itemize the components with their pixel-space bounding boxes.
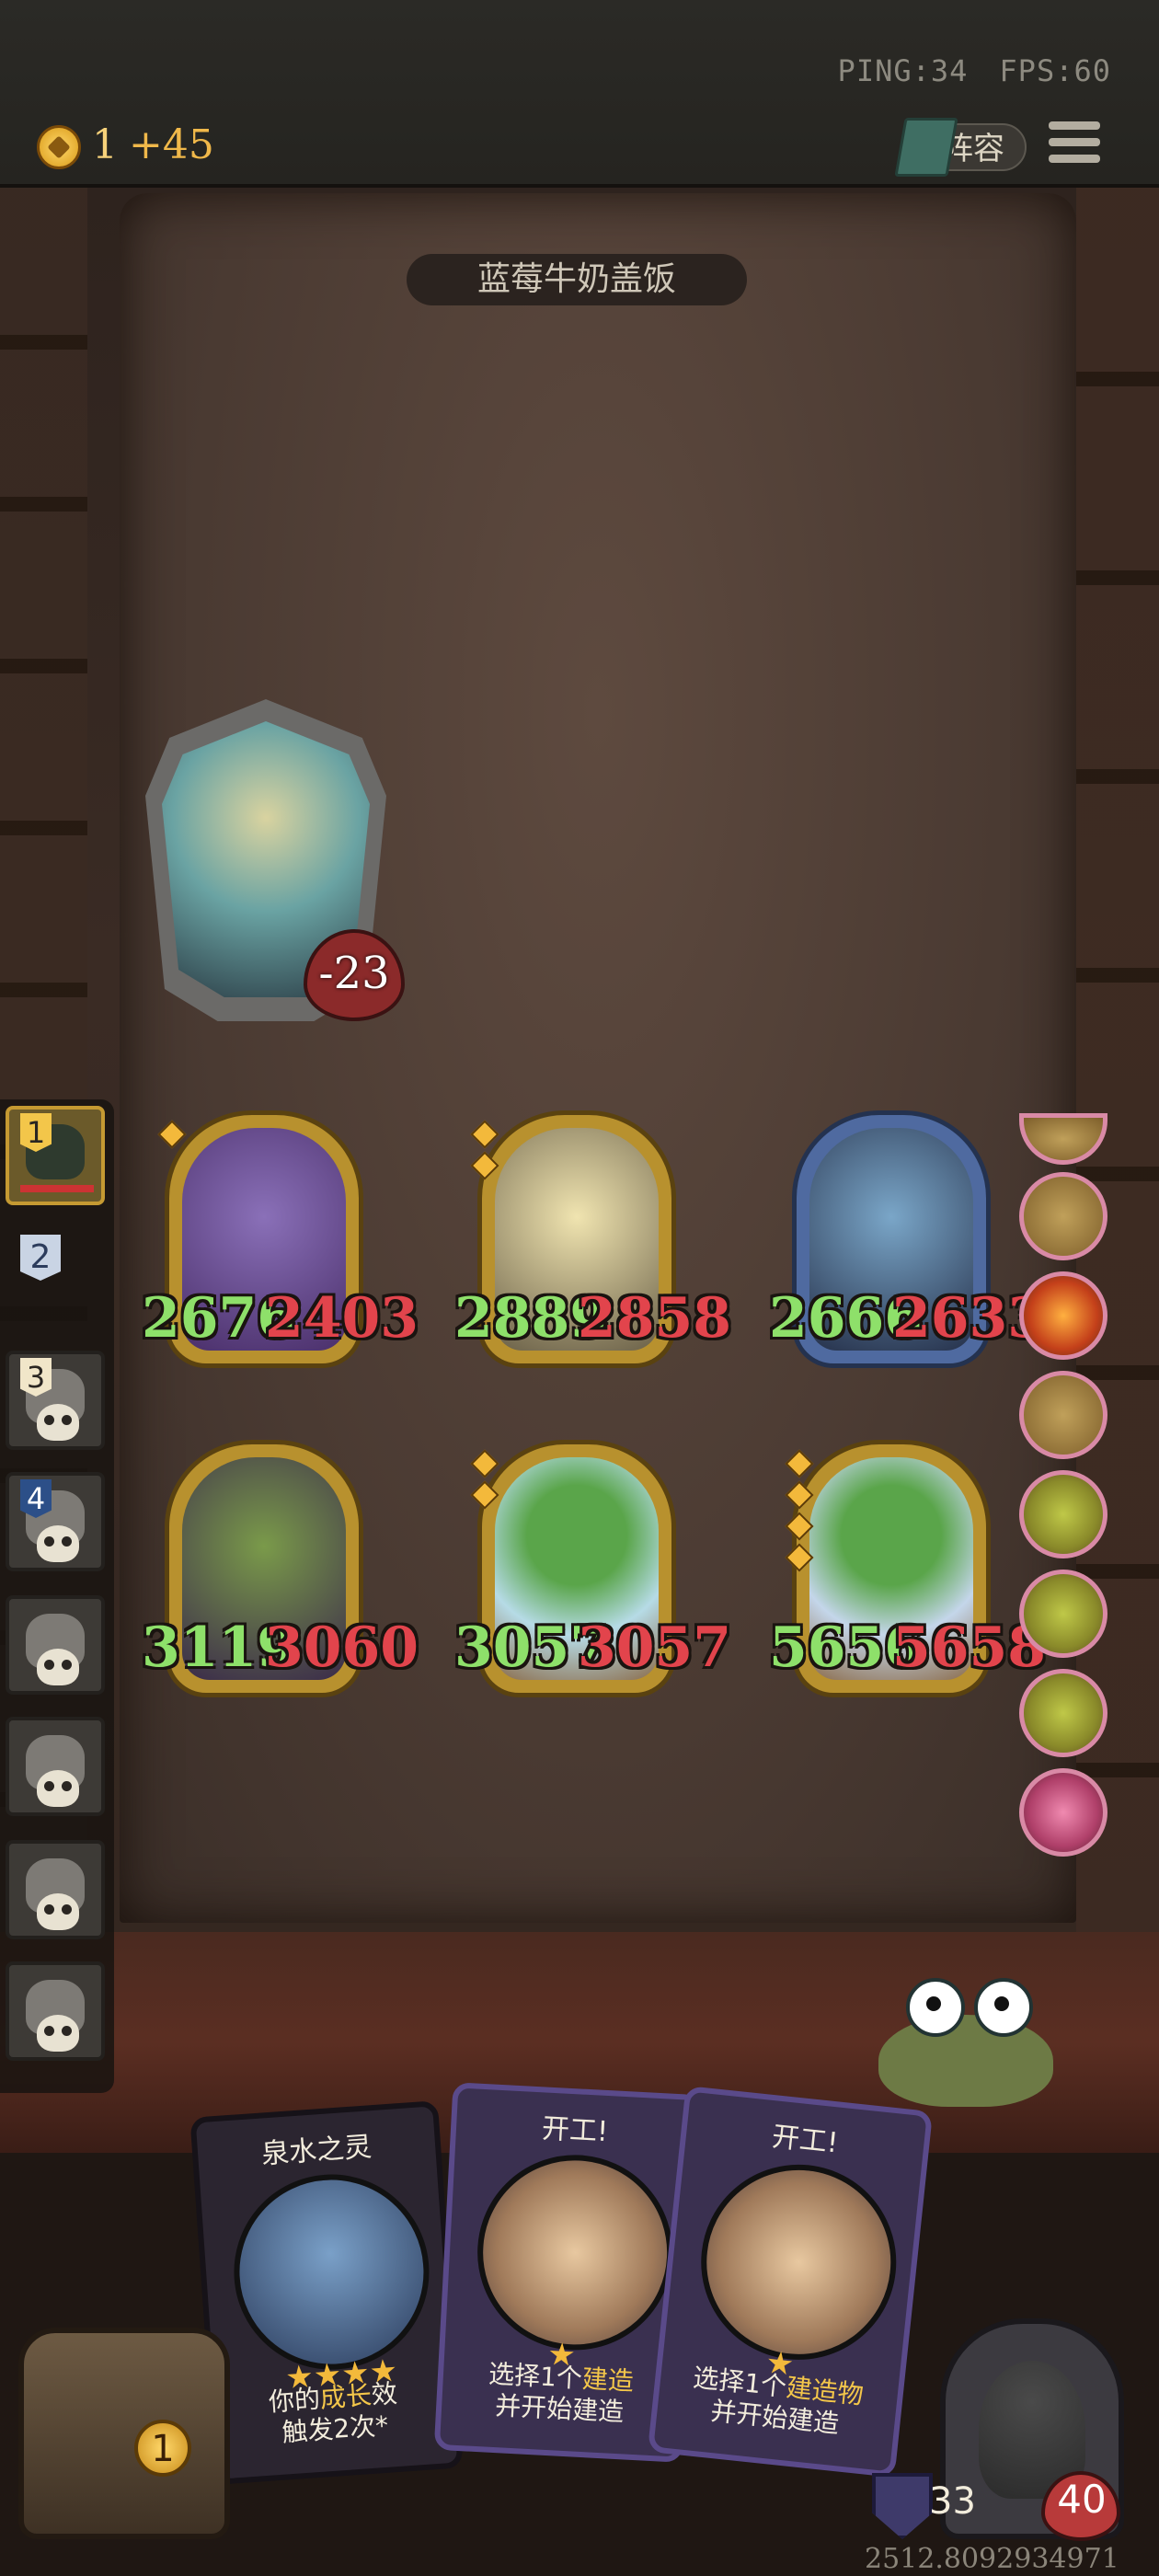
campfire-token[interactable]	[1019, 1271, 1107, 1360]
minion-health: 2858	[578, 1286, 731, 1351]
armor-shield-icon	[872, 2473, 933, 2539]
rank-badge-2: 2	[20, 1235, 61, 1281]
gold-counter: 1 +45	[92, 121, 214, 168]
hand-card[interactable]: 开工! ★ 选择1个建造物 并开始建造	[647, 2085, 934, 2478]
rank-badge: 1	[20, 1113, 52, 1152]
minion-health: 2403	[265, 1286, 419, 1351]
network-stats: PING:34 FPS:60	[838, 53, 1111, 88]
card-title: 开工!	[770, 2121, 840, 2160]
card-desc-line2: 并开始建造	[494, 2390, 625, 2428]
hut-token[interactable]	[1019, 1669, 1107, 1757]
tavern-chest-button[interactable]	[18, 2328, 230, 2539]
board-minion[interactable]: 5656 5658	[769, 1444, 1046, 1702]
player-slot-eliminated[interactable]	[6, 1595, 105, 1695]
skull-icon	[37, 1404, 79, 1441]
opponent-name: 蓝莓牛奶盖饭	[407, 254, 747, 305]
board-minion[interactable]: 2676 2403	[142, 1115, 419, 1373]
frog-mascot	[860, 1978, 1072, 2116]
skull-icon	[37, 2015, 79, 2052]
armor-value: 33	[929, 2480, 976, 2523]
skull-icon	[37, 1649, 79, 1685]
card-desc-keyword: 建造	[581, 2363, 635, 2397]
board-minion[interactable]: 3057 3057	[454, 1444, 731, 1702]
building-token[interactable]	[1019, 1371, 1107, 1459]
card-description: 你的成长效 触发2次*	[224, 2375, 444, 2453]
card-desc-suffix: 效	[370, 2377, 398, 2410]
skull-icon	[37, 1525, 79, 1562]
building-token[interactable]	[1019, 1172, 1107, 1260]
opponent-damage-value: -23	[318, 948, 390, 999]
player-slot-eliminated[interactable]	[6, 1961, 105, 2061]
card-title: 泉水之灵	[260, 2131, 373, 2171]
ping-label: PING:34	[837, 53, 969, 88]
card-title: 开工!	[541, 2112, 609, 2149]
book-icon	[894, 118, 958, 177]
skull-icon	[37, 1770, 79, 1807]
rank-badge: 3	[20, 1358, 52, 1397]
gold-value: 1	[92, 121, 118, 168]
gold-income: +45	[129, 121, 214, 168]
rank-badge: 4	[20, 1479, 52, 1518]
minion-health: 3060	[265, 1616, 419, 1680]
gold-coin-icon	[37, 125, 81, 169]
player-slot-eliminated[interactable]	[6, 1840, 105, 1939]
building-token[interactable]	[1019, 1768, 1107, 1857]
card-description: 选择1个建造 并开始建造	[450, 2357, 670, 2431]
fps-label: FPS:60	[999, 53, 1111, 88]
tavern-coin-counter: 1	[134, 2420, 191, 2477]
skull-icon	[37, 1893, 79, 1930]
board-minion[interactable]: 2889 2858	[454, 1115, 731, 1373]
card-description: 选择1个建造物 并开始建造	[665, 2360, 888, 2444]
card-desc-keyword: 成长	[318, 2379, 373, 2414]
health-value: 40	[1057, 2477, 1107, 2522]
menu-icon[interactable]	[1049, 121, 1100, 167]
card-desc-line2: 触发2次*	[281, 2409, 390, 2448]
player-slot-eliminated[interactable]: 4	[6, 1472, 105, 1571]
card-desc-prefix: 选择1个	[488, 2358, 583, 2394]
hut-token[interactable]	[1019, 1470, 1107, 1558]
card-desc-prefix: 你的	[267, 2383, 322, 2418]
hand-card[interactable]: 泉水之灵 ★★★★ 你的成长效 触发2次*	[189, 2100, 464, 2485]
hut-token[interactable]	[1019, 1570, 1107, 1658]
minion-health: 3057	[578, 1616, 731, 1680]
player-slot-eliminated[interactable]	[6, 1717, 105, 1816]
board-minion[interactable]: 2666 2633	[769, 1115, 1046, 1373]
player-slot-1[interactable]: 1	[6, 1106, 105, 1205]
player-slot-eliminated[interactable]: 3	[6, 1351, 105, 1450]
debug-coordinate: 2512.8092934971	[865, 2543, 1119, 2575]
opponent-damage-badge: -23	[304, 929, 405, 1021]
board-minion[interactable]: 3119 3060	[142, 1444, 419, 1702]
